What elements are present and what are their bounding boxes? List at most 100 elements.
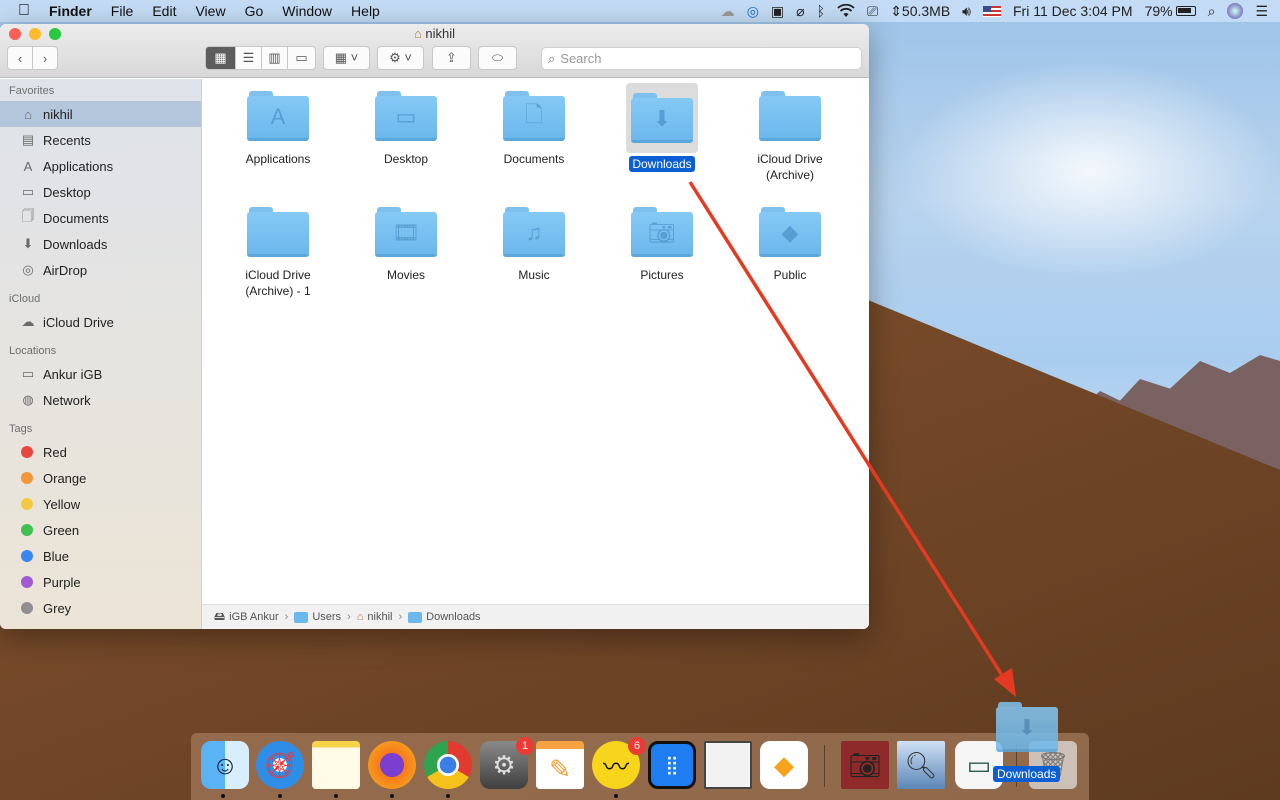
dock-notes[interactable] <box>312 741 360 789</box>
folder-icloud-drive-archive-1[interactable]: iCloud Drive (Archive) - 1 <box>218 207 338 299</box>
dock-system-preferences[interactable]: ⚙ 1 <box>480 737 534 789</box>
home-icon: ⌂ <box>24 106 32 122</box>
paperclip-icon[interactable]: ⌀ <box>796 3 804 20</box>
dock-pages[interactable]: ✎ <box>536 741 584 789</box>
dock-finder[interactable]: ☺ <box>201 741 249 789</box>
menu-help[interactable]: Help <box>351 3 380 19</box>
dragged-downloads-folder[interactable]: ⬇ <box>996 702 1058 754</box>
folder-icon <box>247 207 309 257</box>
menu-file[interactable]: File <box>111 3 134 19</box>
folder-documents[interactable]: 🗋︎ Documents <box>474 91 594 167</box>
sidebar-item-applications[interactable]: A Applications <box>0 153 201 179</box>
running-indicator <box>334 794 338 798</box>
dock-safari[interactable]: 🧭︎ <box>256 741 304 789</box>
dock-preview[interactable]: 🔍︎ <box>897 741 945 789</box>
notification-badge: 1 <box>516 737 534 755</box>
sidebar-item-airdrop[interactable]: ◎ AirDrop <box>0 257 201 283</box>
dock-app-blue-grid[interactable]: ⣿ <box>648 741 696 789</box>
sidebar-tag-red[interactable]: Red <box>0 439 201 465</box>
path-label: nikhil <box>367 611 393 623</box>
menu-window[interactable]: Window <box>282 3 332 19</box>
clock[interactable]: Fri 11 Dec 3:04 PM <box>1013 3 1133 19</box>
spotlight-search-icon[interactable]: ⌕ <box>1208 3 1216 20</box>
folder-music[interactable]: ♫ Music <box>474 207 594 283</box>
dock-libreoffice[interactable] <box>704 741 752 789</box>
bluetooth-icon[interactable]: ᛒ <box>817 3 825 19</box>
folder-public[interactable]: ◆ Public <box>730 207 850 283</box>
cloud-status-icon[interactable]: ☁ <box>721 3 735 20</box>
path-label: iGB Ankur <box>229 611 279 623</box>
dock-separator <box>824 745 825 787</box>
sidebar-tag-yellow[interactable]: Yellow <box>0 491 201 517</box>
column-view-button[interactable]: ▥ <box>261 46 288 70</box>
sidebar-item-desktop[interactable]: ▭ Desktop <box>0 179 201 205</box>
download-glyph-icon: ⬇ <box>652 106 672 131</box>
download-glyph-icon: ⬇ <box>1017 715 1037 740</box>
apple-menu-icon[interactable]:  <box>18 2 30 20</box>
forward-button[interactable]: › <box>32 46 58 70</box>
siri-icon[interactable] <box>1227 3 1244 19</box>
battery-percent[interactable]: 79% <box>1145 3 1173 19</box>
dock-firefox[interactable] <box>368 741 416 789</box>
sidebar-item-downloads[interactable]: ⬇ Downloads <box>0 231 201 257</box>
applications-glyph-icon: A <box>270 104 286 129</box>
folder-applications[interactable]: A Applications <box>218 91 338 167</box>
input-source-flag-icon[interactable] <box>983 5 1001 17</box>
path-item-nikhil[interactable]: ⌂ nikhil <box>357 611 393 623</box>
airdrop-icon: ◎ <box>22 262 34 277</box>
wifi-icon[interactable] <box>837 4 855 18</box>
back-button[interactable]: ‹ <box>7 46 33 70</box>
airplay-icon[interactable]: ⎚ <box>867 3 878 20</box>
path-item-users[interactable]: Users <box>294 611 341 623</box>
dock-photo-booth[interactable]: 📷︎ <box>841 741 889 789</box>
basecamp-status-icon[interactable]: ◎ <box>747 3 759 20</box>
folder-pictures[interactable]: 📷︎ Pictures <box>602 207 722 283</box>
menu-app-name[interactable]: Finder <box>49 3 92 19</box>
dock-chrome[interactable] <box>424 741 472 789</box>
menu-edit[interactable]: Edit <box>152 3 176 19</box>
sidebar-item-documents[interactable]: 🗍︎ Documents <box>0 205 201 231</box>
tags-button[interactable]: ⬭ <box>478 46 517 70</box>
battery-icon[interactable] <box>1175 6 1196 16</box>
dock-basecamp[interactable]: 〰 6 <box>592 737 646 789</box>
menu-go[interactable]: Go <box>245 3 264 19</box>
dock-sketch[interactable]: ◆ <box>760 741 808 789</box>
sidebar-item-ankur-igb[interactable]: ▭ Ankur iGB <box>0 361 201 387</box>
sidebar-item-icloud-drive[interactable]: ☁ iCloud Drive <box>0 309 201 335</box>
document-glyph-icon: 🗋︎ <box>525 102 543 127</box>
title-bar: ⌂ nikhil ‹ › ▦ ☰ ▥ ▭ ▦ ˅ ⚙ ˅ ⇪ ⬭ ⌕ Searc… <box>0 24 869 78</box>
dock: ☺ 🧭︎ ⚙ 1 ✎ 〰 6 ⣿ ◆ 📷︎ 🔍︎ ▭ 🗑︎ <box>191 733 1089 800</box>
desktop-glyph-icon: ▭ <box>395 104 417 129</box>
search-placeholder: Search <box>560 51 602 66</box>
share-button[interactable]: ⇪ <box>432 46 471 70</box>
sidebar-tag-purple[interactable]: Purple <box>0 569 201 595</box>
sidebar-item-recents[interactable]: ▤ Recents <box>0 127 201 153</box>
app-status-icon[interactable]: ▣ <box>771 3 784 20</box>
sidebar-tag-green[interactable]: Green <box>0 517 201 543</box>
network-speed[interactable]: ⇕50.3MB <box>890 3 950 20</box>
tag-color-dot <box>21 472 33 484</box>
path-item-disk[interactable]: 🖴︎ iGB Ankur <box>214 608 279 627</box>
folder-movies[interactable]: 🎞︎ Movies <box>346 207 466 283</box>
menu-view[interactable]: View <box>195 3 225 19</box>
action-gear-button[interactable]: ⚙ ˅ <box>377 46 424 70</box>
folder-desktop[interactable]: ▭ Desktop <box>346 91 466 167</box>
sidebar-tag-orange[interactable]: Orange <box>0 465 201 491</box>
icon-view-button[interactable]: ▦ <box>205 46 236 70</box>
sidebar-item-network[interactable]: ◍ Network <box>0 387 201 413</box>
folder-icloud-drive-archive[interactable]: iCloud Drive (Archive) <box>730 91 850 183</box>
group-by-button[interactable]: ▦ ˅ <box>323 46 370 70</box>
path-bar: 🖴︎ iGB Ankur › Users › ⌂ nikhil › Download… <box>202 604 869 629</box>
volume-icon[interactable]: 🔊︎ <box>962 3 971 20</box>
folder-icon: A <box>247 91 309 141</box>
sidebar-tag-grey[interactable]: Grey <box>0 595 201 621</box>
folder-downloads[interactable]: ⬇ Downloads <box>602 83 722 172</box>
path-item-downloads[interactable]: Downloads <box>408 611 481 623</box>
sidebar-tag-blue[interactable]: Blue <box>0 543 201 569</box>
search-field[interactable]: ⌕ Search <box>541 47 862 70</box>
gallery-view-button[interactable]: ▭ <box>287 46 316 70</box>
notification-center-icon[interactable]: ☰ <box>1255 3 1268 20</box>
sidebar-item-nikhil[interactable]: ⌂ nikhil <box>0 101 201 127</box>
sidebar-header-tags: Tags <box>9 423 33 435</box>
list-view-button[interactable]: ☰ <box>235 46 262 70</box>
